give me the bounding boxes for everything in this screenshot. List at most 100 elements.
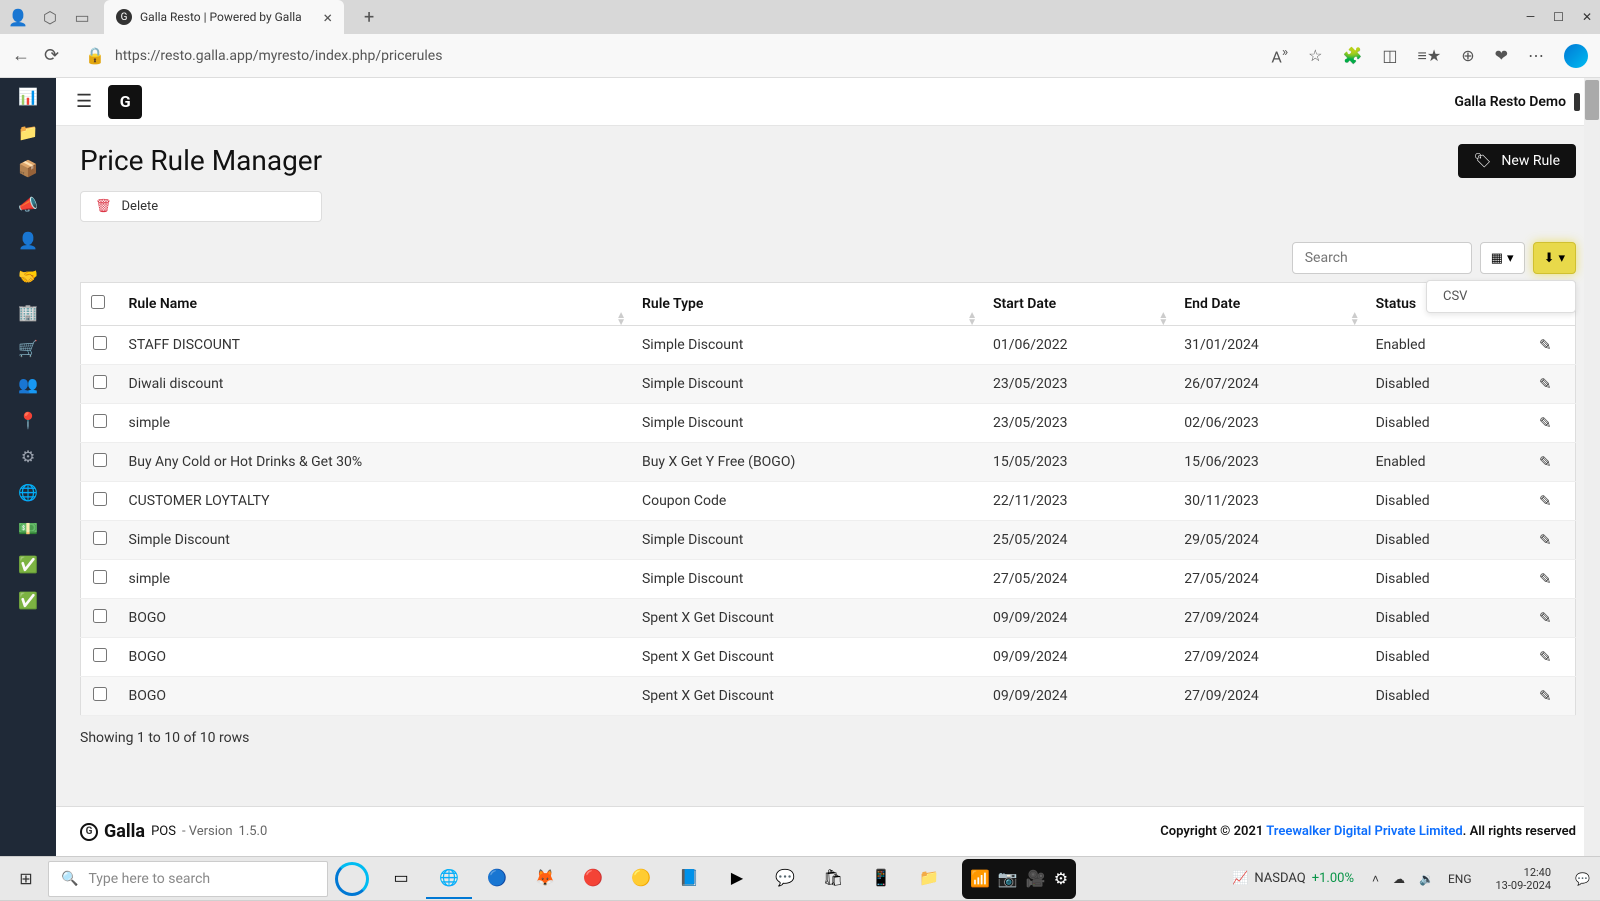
sidebar-people-icon[interactable]: 👥: [0, 366, 56, 402]
edit-icon[interactable]: ✎: [1539, 687, 1552, 705]
user-menu[interactable]: Galla Resto Demo: [1454, 93, 1580, 111]
facebook-icon[interactable]: 📘: [666, 859, 712, 899]
volume-icon[interactable]: 🔉: [1419, 872, 1434, 886]
collections-icon[interactable]: ⊕: [1461, 46, 1474, 65]
more-icon[interactable]: ⋯: [1528, 46, 1544, 65]
edit-icon[interactable]: ✎: [1539, 414, 1552, 432]
stock-widget[interactable]: 📈 NASDAQ +1.00%: [1232, 871, 1354, 886]
skype-icon[interactable]: 💬: [762, 859, 808, 899]
workspaces-icon[interactable]: ⬡: [40, 7, 60, 27]
copilot-icon[interactable]: [1564, 44, 1588, 68]
tray-pill[interactable]: 📶 📷 🎥 ⚙: [962, 859, 1076, 899]
copyright-prefix: Copyright © 2021: [1160, 824, 1263, 839]
edit-icon[interactable]: ✎: [1539, 648, 1552, 666]
browser-tools-icon[interactable]: ❤: [1495, 46, 1508, 65]
chrome-icon[interactable]: 🟡: [618, 859, 664, 899]
sidebar-building-icon[interactable]: 🏢: [0, 294, 56, 330]
extensions-icon[interactable]: 🧩: [1342, 46, 1362, 65]
edit-icon[interactable]: ✎: [1539, 453, 1552, 471]
sidebar-check2-icon[interactable]: ✅: [0, 582, 56, 618]
col-end-date[interactable]: End Date▲▼: [1174, 283, 1365, 326]
start-button[interactable]: ⊞: [4, 859, 48, 899]
favorite-icon[interactable]: ☆: [1308, 46, 1322, 65]
app-logo-icon[interactable]: G: [108, 85, 142, 119]
row-checkbox[interactable]: [93, 648, 107, 662]
url-input[interactable]: 🔒 https://resto.galla.app/myresto/index.…: [73, 40, 1257, 71]
maximize-button[interactable]: ☐: [1553, 10, 1564, 24]
refresh-button[interactable]: ⟳: [44, 45, 59, 66]
onedrive-icon[interactable]: ☁: [1393, 872, 1405, 886]
export-dropdown: CSV: [1426, 280, 1576, 313]
edit-icon[interactable]: ✎: [1539, 609, 1552, 627]
export-csv-option[interactable]: CSV: [1443, 289, 1559, 304]
split-screen-icon[interactable]: ◫: [1382, 46, 1397, 65]
row-checkbox[interactable]: [93, 570, 107, 584]
copilot-taskbar-icon[interactable]: 🔵: [474, 859, 520, 899]
export-button[interactable]: ⬇ ▾: [1533, 242, 1576, 274]
company-link[interactable]: Treewalker Digital Private Limited: [1266, 824, 1462, 839]
edit-icon[interactable]: ✎: [1539, 531, 1552, 549]
store-icon[interactable]: 🛍: [810, 859, 856, 899]
sidebar-globe-icon[interactable]: 🌐: [0, 474, 56, 510]
cell-start: 09/09/2024: [983, 677, 1174, 716]
taskbar-clock[interactable]: 12:40 13-09-2024: [1496, 866, 1552, 892]
sidebar-basket-icon[interactable]: 🛒: [0, 330, 56, 366]
back-button[interactable]: ←: [12, 45, 30, 66]
edit-icon[interactable]: ✎: [1539, 375, 1552, 393]
select-all-checkbox[interactable]: [91, 295, 105, 309]
tray-chevron-icon[interactable]: ˄: [1372, 872, 1379, 886]
sidebar-location-icon[interactable]: 📍: [0, 402, 56, 438]
explorer-icon[interactable]: 📁: [906, 859, 952, 899]
youtube-icon[interactable]: ▶: [714, 859, 760, 899]
row-checkbox[interactable]: [93, 531, 107, 545]
app-icon[interactable]: 📱: [858, 859, 904, 899]
row-checkbox[interactable]: [93, 375, 107, 389]
col-rule-type[interactable]: Rule Type▲▼: [632, 283, 983, 326]
task-view-icon[interactable]: ▭: [378, 859, 424, 899]
sidebar-payment-icon[interactable]: 💵: [0, 510, 56, 546]
new-tab-button[interactable]: +: [356, 7, 382, 28]
sidebar-box-icon[interactable]: 📦: [0, 150, 56, 186]
cell-name: Buy Any Cold or Hot Drinks & Get 30%: [119, 443, 632, 482]
sidebar-settings-icon[interactable]: ⚙: [0, 438, 56, 474]
close-window-button[interactable]: ✕: [1582, 10, 1592, 24]
profile-icon[interactable]: 👤: [8, 7, 28, 27]
sidebar-user-icon[interactable]: 👤: [0, 222, 56, 258]
menu-toggle-icon[interactable]: ☰: [76, 91, 92, 112]
row-checkbox[interactable]: [93, 414, 107, 428]
language-indicator[interactable]: ENG: [1448, 872, 1472, 886]
row-checkbox[interactable]: [93, 453, 107, 467]
columns-toggle-button[interactable]: ▦ ▾: [1480, 242, 1525, 274]
edit-icon[interactable]: ✎: [1539, 492, 1552, 510]
edit-icon[interactable]: ✎: [1539, 336, 1552, 354]
sidebar-folder-icon[interactable]: 📁: [0, 114, 56, 150]
search-input[interactable]: [1292, 242, 1472, 274]
row-checkbox[interactable]: [93, 609, 107, 623]
scrollbar[interactable]: [1584, 78, 1600, 856]
taskbar-search[interactable]: 🔍 Type here to search: [48, 861, 328, 897]
tab-close-icon[interactable]: ×: [323, 8, 332, 27]
scrollbar-thumb[interactable]: [1585, 80, 1599, 120]
row-checkbox[interactable]: [93, 687, 107, 701]
notifications-icon[interactable]: 💬: [1575, 872, 1590, 886]
read-aloud-icon[interactable]: A»: [1271, 45, 1288, 66]
sidebar-megaphone-icon[interactable]: 📣: [0, 186, 56, 222]
delete-button[interactable]: 🗑 Delete: [80, 191, 322, 222]
row-checkbox[interactable]: [93, 336, 107, 350]
minimize-button[interactable]: —: [1526, 10, 1535, 24]
col-rule-name[interactable]: Rule Name▲▼: [119, 283, 632, 326]
edge-icon[interactable]: 🌐: [426, 859, 472, 899]
sidebar-dashboard-icon[interactable]: 📊: [0, 78, 56, 114]
favorites-bar-icon[interactable]: ≡★: [1418, 46, 1442, 66]
sidebar-check-icon[interactable]: ✅: [0, 546, 56, 582]
browser-tab[interactable]: G Galla Resto | Powered by Galla ×: [104, 0, 344, 34]
col-start-date[interactable]: Start Date▲▼: [983, 283, 1174, 326]
edit-icon[interactable]: ✎: [1539, 570, 1552, 588]
record-icon[interactable]: 🔴: [570, 859, 616, 899]
tab-actions-icon[interactable]: ▭: [72, 7, 92, 27]
cortana-icon[interactable]: [328, 857, 376, 901]
sidebar-handshake-icon[interactable]: 🤝: [0, 258, 56, 294]
new-rule-button[interactable]: 🏷 New Rule: [1458, 144, 1576, 178]
row-checkbox[interactable]: [93, 492, 107, 506]
firefox-icon[interactable]: 🦊: [522, 859, 568, 899]
